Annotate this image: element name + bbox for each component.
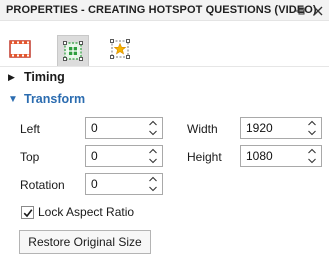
left-value: 0 bbox=[91, 121, 98, 135]
left-label: Left bbox=[20, 122, 41, 136]
rotation-input[interactable]: 0 bbox=[85, 173, 163, 195]
section-transform-label: Transform bbox=[24, 92, 86, 106]
rotation-label: Rotation bbox=[20, 178, 65, 192]
tab-video[interactable] bbox=[6, 35, 34, 63]
width-value: 1920 bbox=[246, 121, 273, 135]
section-timing-label: Timing bbox=[24, 70, 65, 84]
video-film-icon bbox=[9, 40, 31, 58]
spinner-arrows-icon[interactable] bbox=[307, 147, 317, 165]
height-input[interactable]: 1080 bbox=[240, 145, 322, 167]
height-label: Height bbox=[187, 150, 222, 164]
collapsed-arrow-icon: ▶ bbox=[8, 72, 15, 82]
tab-hotspot[interactable] bbox=[57, 35, 89, 67]
top-label: Top bbox=[20, 150, 40, 164]
properties-panel: PROPERTIES - CREATING HOTSPOT QUESTIONS … bbox=[0, 0, 329, 265]
close-icon[interactable] bbox=[312, 4, 324, 16]
left-input[interactable]: 0 bbox=[85, 117, 163, 139]
section-transform[interactable]: ▼ Transform bbox=[8, 92, 85, 108]
spinner-arrows-icon[interactable] bbox=[148, 175, 158, 193]
tab-separator bbox=[0, 66, 329, 67]
rotation-value: 0 bbox=[91, 177, 98, 191]
pin-icon[interactable] bbox=[294, 5, 306, 17]
tab-star[interactable] bbox=[106, 35, 134, 63]
section-timing[interactable]: ▶ Timing bbox=[8, 70, 65, 86]
lock-aspect-ratio-checkbox[interactable] bbox=[21, 206, 34, 219]
top-input[interactable]: 0 bbox=[85, 145, 163, 167]
expanded-arrow-icon: ▼ bbox=[8, 94, 18, 105]
width-input[interactable]: 1920 bbox=[240, 117, 322, 139]
top-value: 0 bbox=[91, 149, 98, 163]
star-selection-icon bbox=[110, 39, 130, 59]
panel-title-bar: PROPERTIES - CREATING HOTSPOT QUESTIONS … bbox=[0, 0, 329, 21]
lock-aspect-ratio-label: Lock Aspect Ratio bbox=[38, 205, 135, 219]
spinner-arrows-icon[interactable] bbox=[307, 119, 317, 137]
height-value: 1080 bbox=[246, 149, 273, 163]
property-tabs bbox=[0, 21, 329, 67]
spinner-arrows-icon[interactable] bbox=[148, 119, 158, 137]
width-label: Width bbox=[187, 122, 218, 136]
panel-title: PROPERTIES - CREATING HOTSPOT QUESTIONS … bbox=[6, 4, 317, 16]
restore-original-size-button[interactable]: Restore Original Size bbox=[19, 230, 151, 254]
spinner-arrows-icon[interactable] bbox=[148, 147, 158, 165]
checkmark-icon bbox=[23, 209, 33, 218]
hotspot-properties-icon bbox=[63, 41, 83, 61]
